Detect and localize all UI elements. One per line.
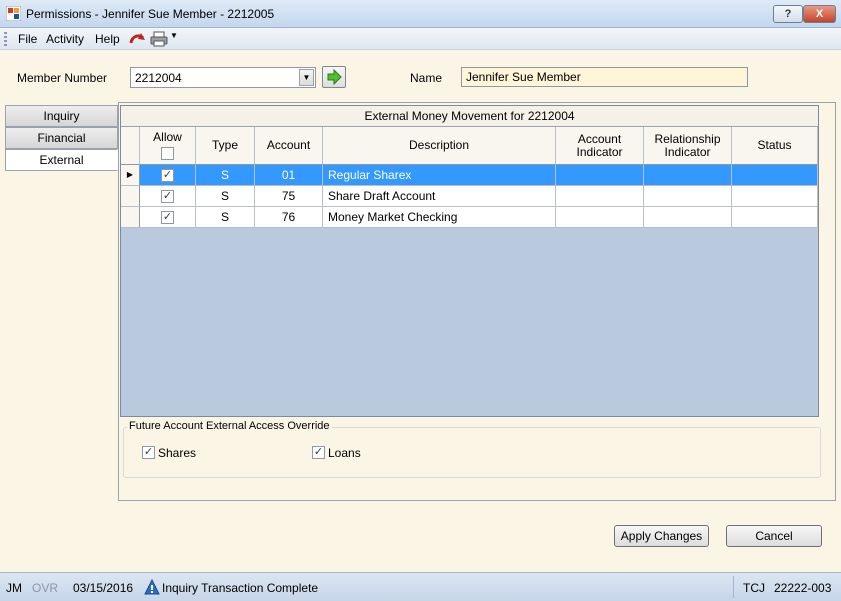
tab-inquiry[interactable]: Inquiry	[5, 105, 118, 127]
description-cell: Share Draft Account	[323, 186, 556, 207]
allow-checkbox[interactable]: ✓	[161, 169, 174, 183]
status-cell	[732, 207, 818, 228]
user-initials: JM	[6, 581, 22, 595]
account-cell: 76	[255, 207, 323, 228]
override-group-title: Future Account External Access Override	[127, 420, 332, 432]
select-all-checkbox[interactable]	[161, 147, 174, 160]
description-cell: Money Market Checking	[323, 207, 556, 228]
tab-financial[interactable]: Financial	[5, 127, 118, 149]
ovr-indicator: OVR	[32, 581, 59, 595]
tcj-label: TCJ	[743, 581, 765, 595]
apply-changes-button[interactable]: Apply Changes	[614, 525, 709, 547]
allow-cell[interactable]: ✓	[140, 165, 196, 186]
header-allow[interactable]: Allow	[140, 127, 196, 165]
header-account[interactable]: Account	[255, 127, 323, 165]
printer-icon[interactable]	[150, 31, 168, 47]
menu-help[interactable]: Help	[95, 32, 120, 46]
account-indicator-cell	[556, 207, 644, 228]
status-date: 03/15/2016	[73, 581, 134, 595]
allow-checkbox[interactable]: ✓	[161, 190, 174, 204]
status-divider	[733, 576, 734, 598]
printer-dropdown-icon[interactable]: ▼	[170, 31, 178, 40]
close-button[interactable]: X	[803, 5, 836, 23]
green-arrow-icon	[327, 68, 342, 86]
menu-activity[interactable]: Activity	[46, 32, 84, 46]
grid-caption: External Money Movement for 2212004	[121, 106, 818, 127]
row-header	[121, 186, 140, 207]
shares-label: Shares	[158, 446, 197, 460]
cancel-button[interactable]: Cancel	[726, 525, 822, 547]
status-bar: JM OVR 03/15/2016 Inquiry Transaction Co…	[0, 572, 841, 601]
description-cell: Regular Sharex	[323, 165, 556, 186]
status-code: 22222-003	[774, 581, 832, 595]
accounts-grid[interactable]: External Money Movement for 2212004 Allo…	[120, 105, 819, 417]
toolbar-grip-icon	[4, 32, 7, 46]
account-indicator-cell	[556, 165, 644, 186]
info-warning-icon	[144, 579, 160, 595]
header-account-indicator[interactable]: Account Indicator	[556, 127, 644, 165]
type-cell: S	[196, 207, 255, 228]
member-number-value: 2212004	[135, 71, 182, 85]
header-relationship-indicator[interactable]: Relationship Indicator	[644, 127, 732, 165]
member-number-select[interactable]: 2212004 ▼	[130, 67, 316, 88]
status-cell	[732, 186, 818, 207]
type-cell: S	[196, 165, 255, 186]
override-groupbox	[123, 427, 821, 478]
account-cell: 75	[255, 186, 323, 207]
member-number-label: Member Number	[17, 71, 108, 85]
status-cell	[732, 165, 818, 186]
row-header	[121, 207, 140, 228]
window-title: Permissions - Jennifer Sue Member - 2212…	[26, 7, 275, 21]
name-label: Name	[410, 71, 443, 85]
loans-label: Loans	[328, 446, 361, 460]
app-icon	[6, 6, 21, 21]
account-cell: 01	[255, 165, 323, 186]
allow-checkbox[interactable]: ✓	[161, 211, 174, 225]
allow-cell[interactable]: ✓	[140, 207, 196, 228]
menu-bar: File Activity Help ▼	[0, 28, 841, 50]
tab-external[interactable]: External	[5, 149, 118, 171]
loans-checkbox[interactable]: ✓	[312, 446, 325, 459]
row-header-corner	[121, 127, 140, 165]
relationship-indicator-cell	[644, 165, 732, 186]
header-description[interactable]: Description	[323, 127, 556, 165]
help-button[interactable]: ?	[773, 5, 803, 23]
type-cell: S	[196, 186, 255, 207]
relationship-indicator-cell	[644, 186, 732, 207]
header-status[interactable]: Status	[732, 127, 818, 165]
account-indicator-cell	[556, 186, 644, 207]
go-button[interactable]	[322, 66, 346, 88]
menu-file[interactable]: File	[18, 32, 37, 46]
relationship-indicator-cell	[644, 207, 732, 228]
header-type[interactable]: Type	[196, 127, 255, 165]
chevron-down-icon[interactable]: ▼	[299, 69, 314, 86]
allow-cell[interactable]: ✓	[140, 186, 196, 207]
header-allow-label: Allow	[153, 130, 182, 144]
shares-checkbox[interactable]: ✓	[142, 446, 155, 459]
undo-arrow-icon[interactable]	[128, 31, 146, 47]
name-field[interactable]: Jennifer Sue Member	[461, 67, 748, 87]
current-row-arrow-icon: ▶	[121, 165, 140, 186]
status-message: Inquiry Transaction Complete	[162, 581, 319, 595]
title-bar: Permissions - Jennifer Sue Member - 2212…	[0, 0, 841, 28]
